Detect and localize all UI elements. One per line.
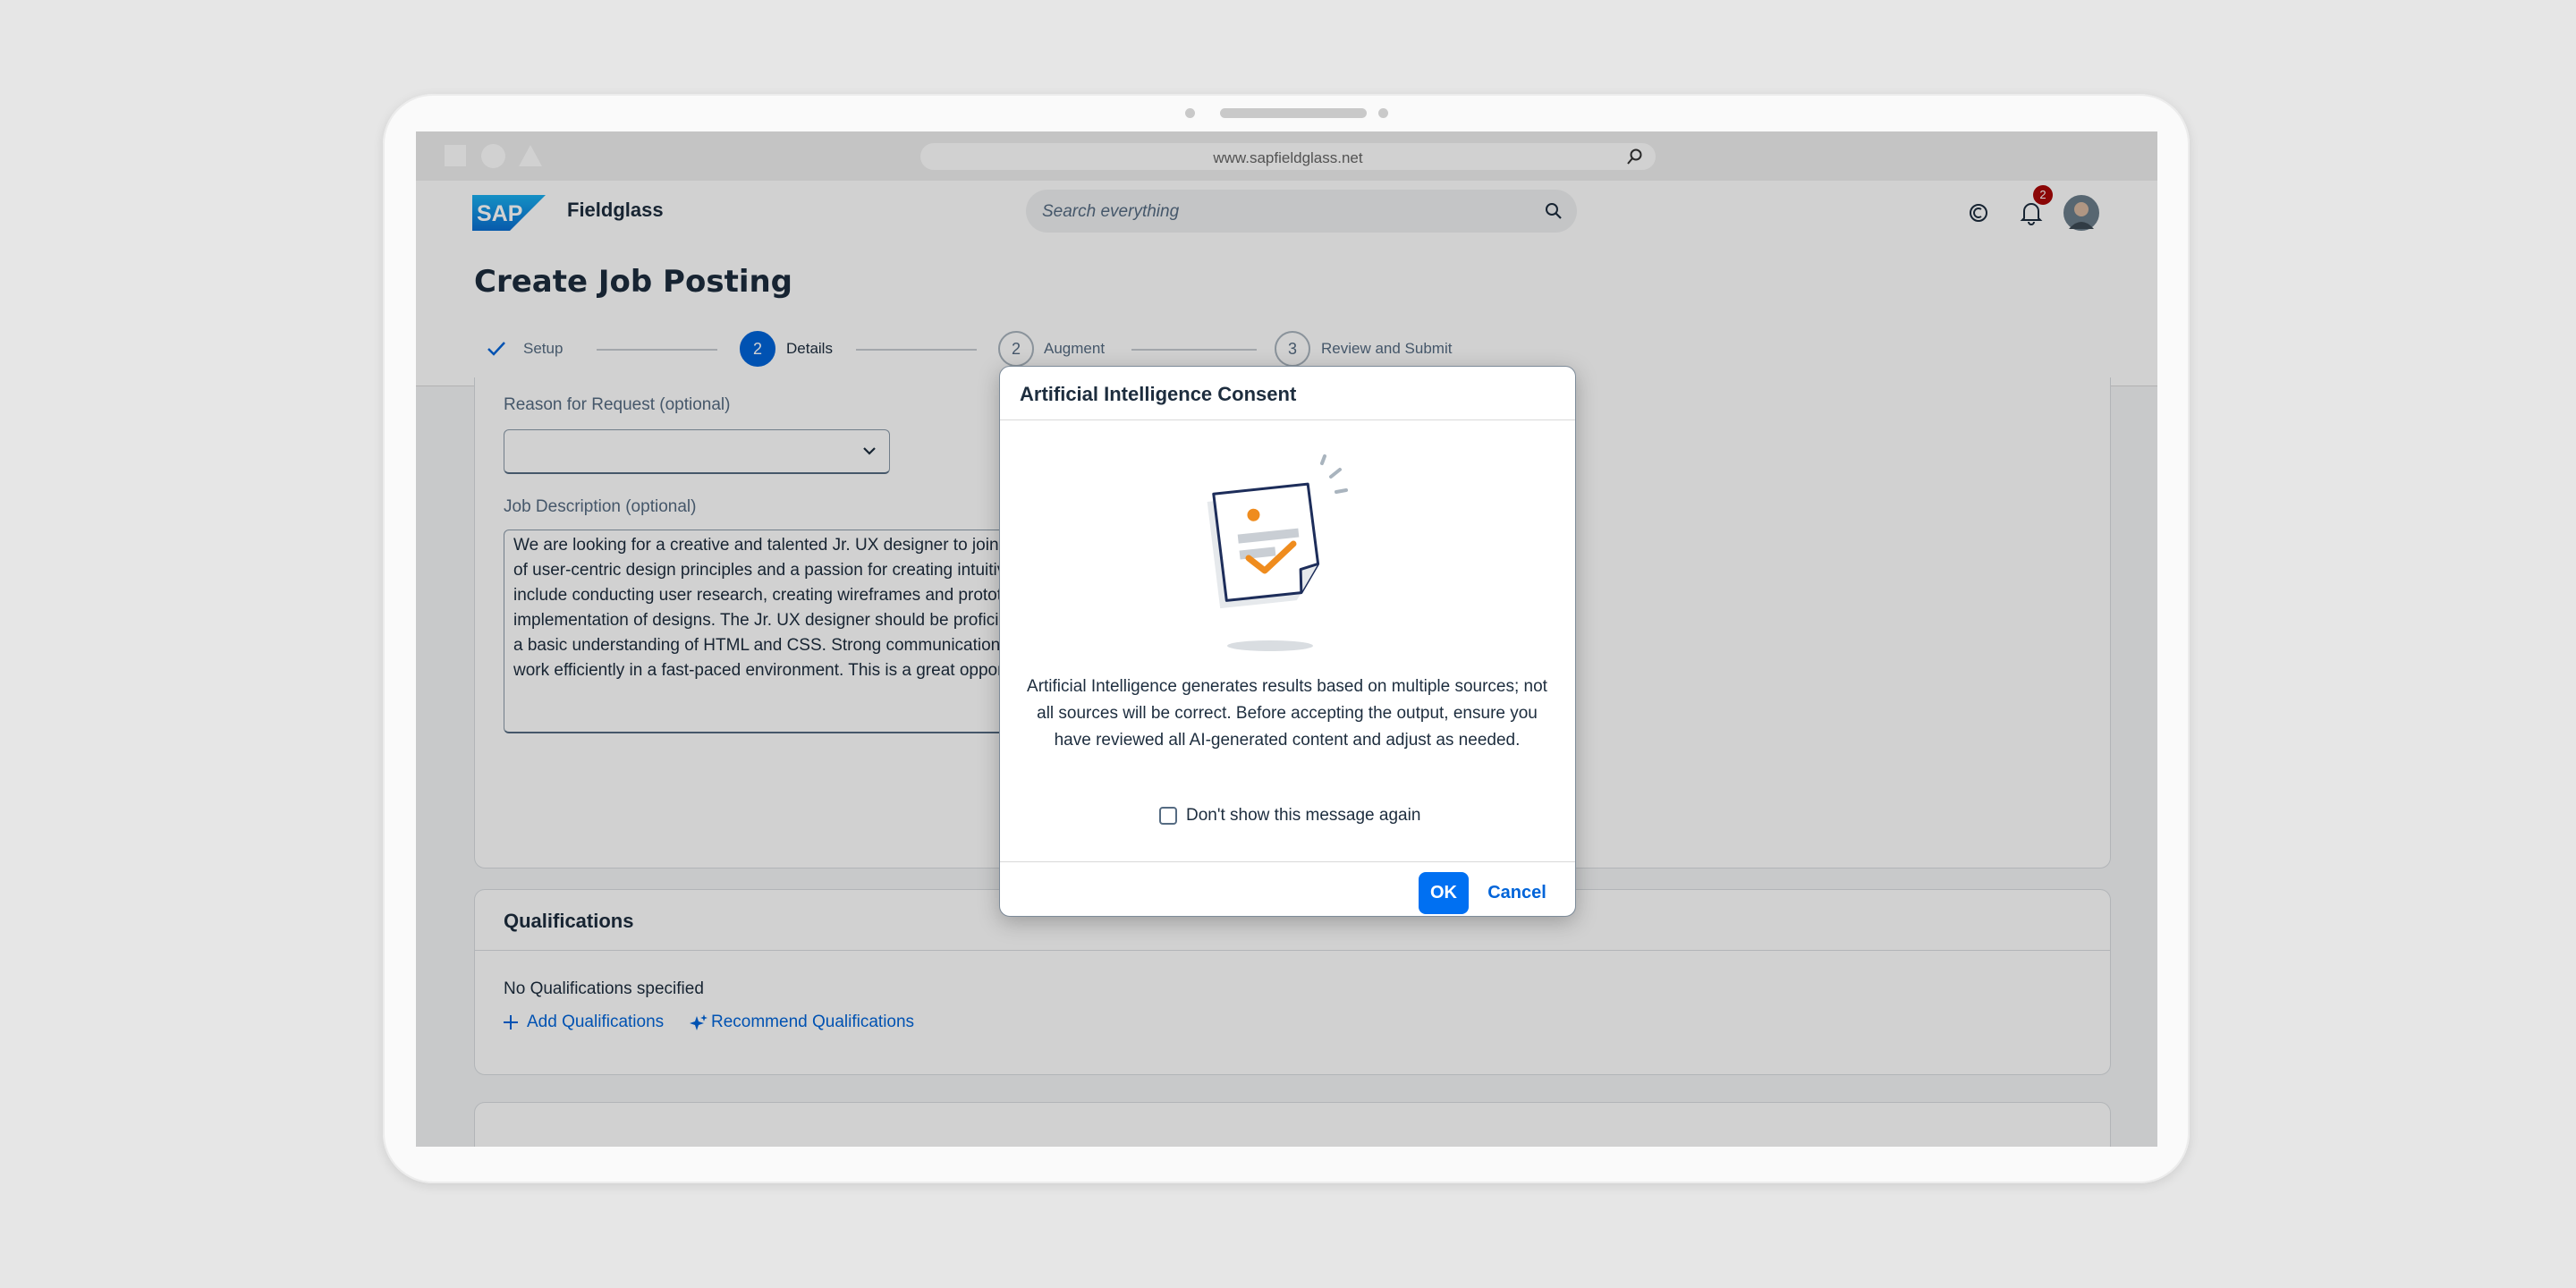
dialog-footer-divider [1000, 861, 1575, 862]
screen: www.sapfieldglass.net SAP Fieldglass Sea… [416, 131, 2157, 1147]
consent-message: Artificial Intelligence generates result… [1023, 674, 1551, 754]
speaker-bar [1220, 108, 1367, 118]
dialog-title: Artificial Intelligence Consent [1020, 383, 1297, 405]
dont-show-again-label[interactable]: Don't show this message again [1186, 806, 1420, 826]
message-line: have reviewed all AI-generated content a… [1054, 731, 1521, 750]
message-line: Artificial Intelligence generates result… [1027, 677, 1547, 696]
ai-consent-dialog: Artificial Intelligence Consent Artifici… [999, 366, 1576, 917]
dont-show-again-checkbox[interactable] [1159, 807, 1177, 825]
ok-button[interactable]: OK [1419, 872, 1469, 914]
cancel-button[interactable]: Cancel [1481, 872, 1553, 914]
camera-dot [1185, 108, 1195, 118]
message-line: all sources will be correct. Before acce… [1037, 704, 1538, 723]
sensor-dot [1378, 108, 1388, 118]
dialog-header-divider [1000, 419, 1575, 420]
consent-document-illustration [1207, 454, 1348, 651]
